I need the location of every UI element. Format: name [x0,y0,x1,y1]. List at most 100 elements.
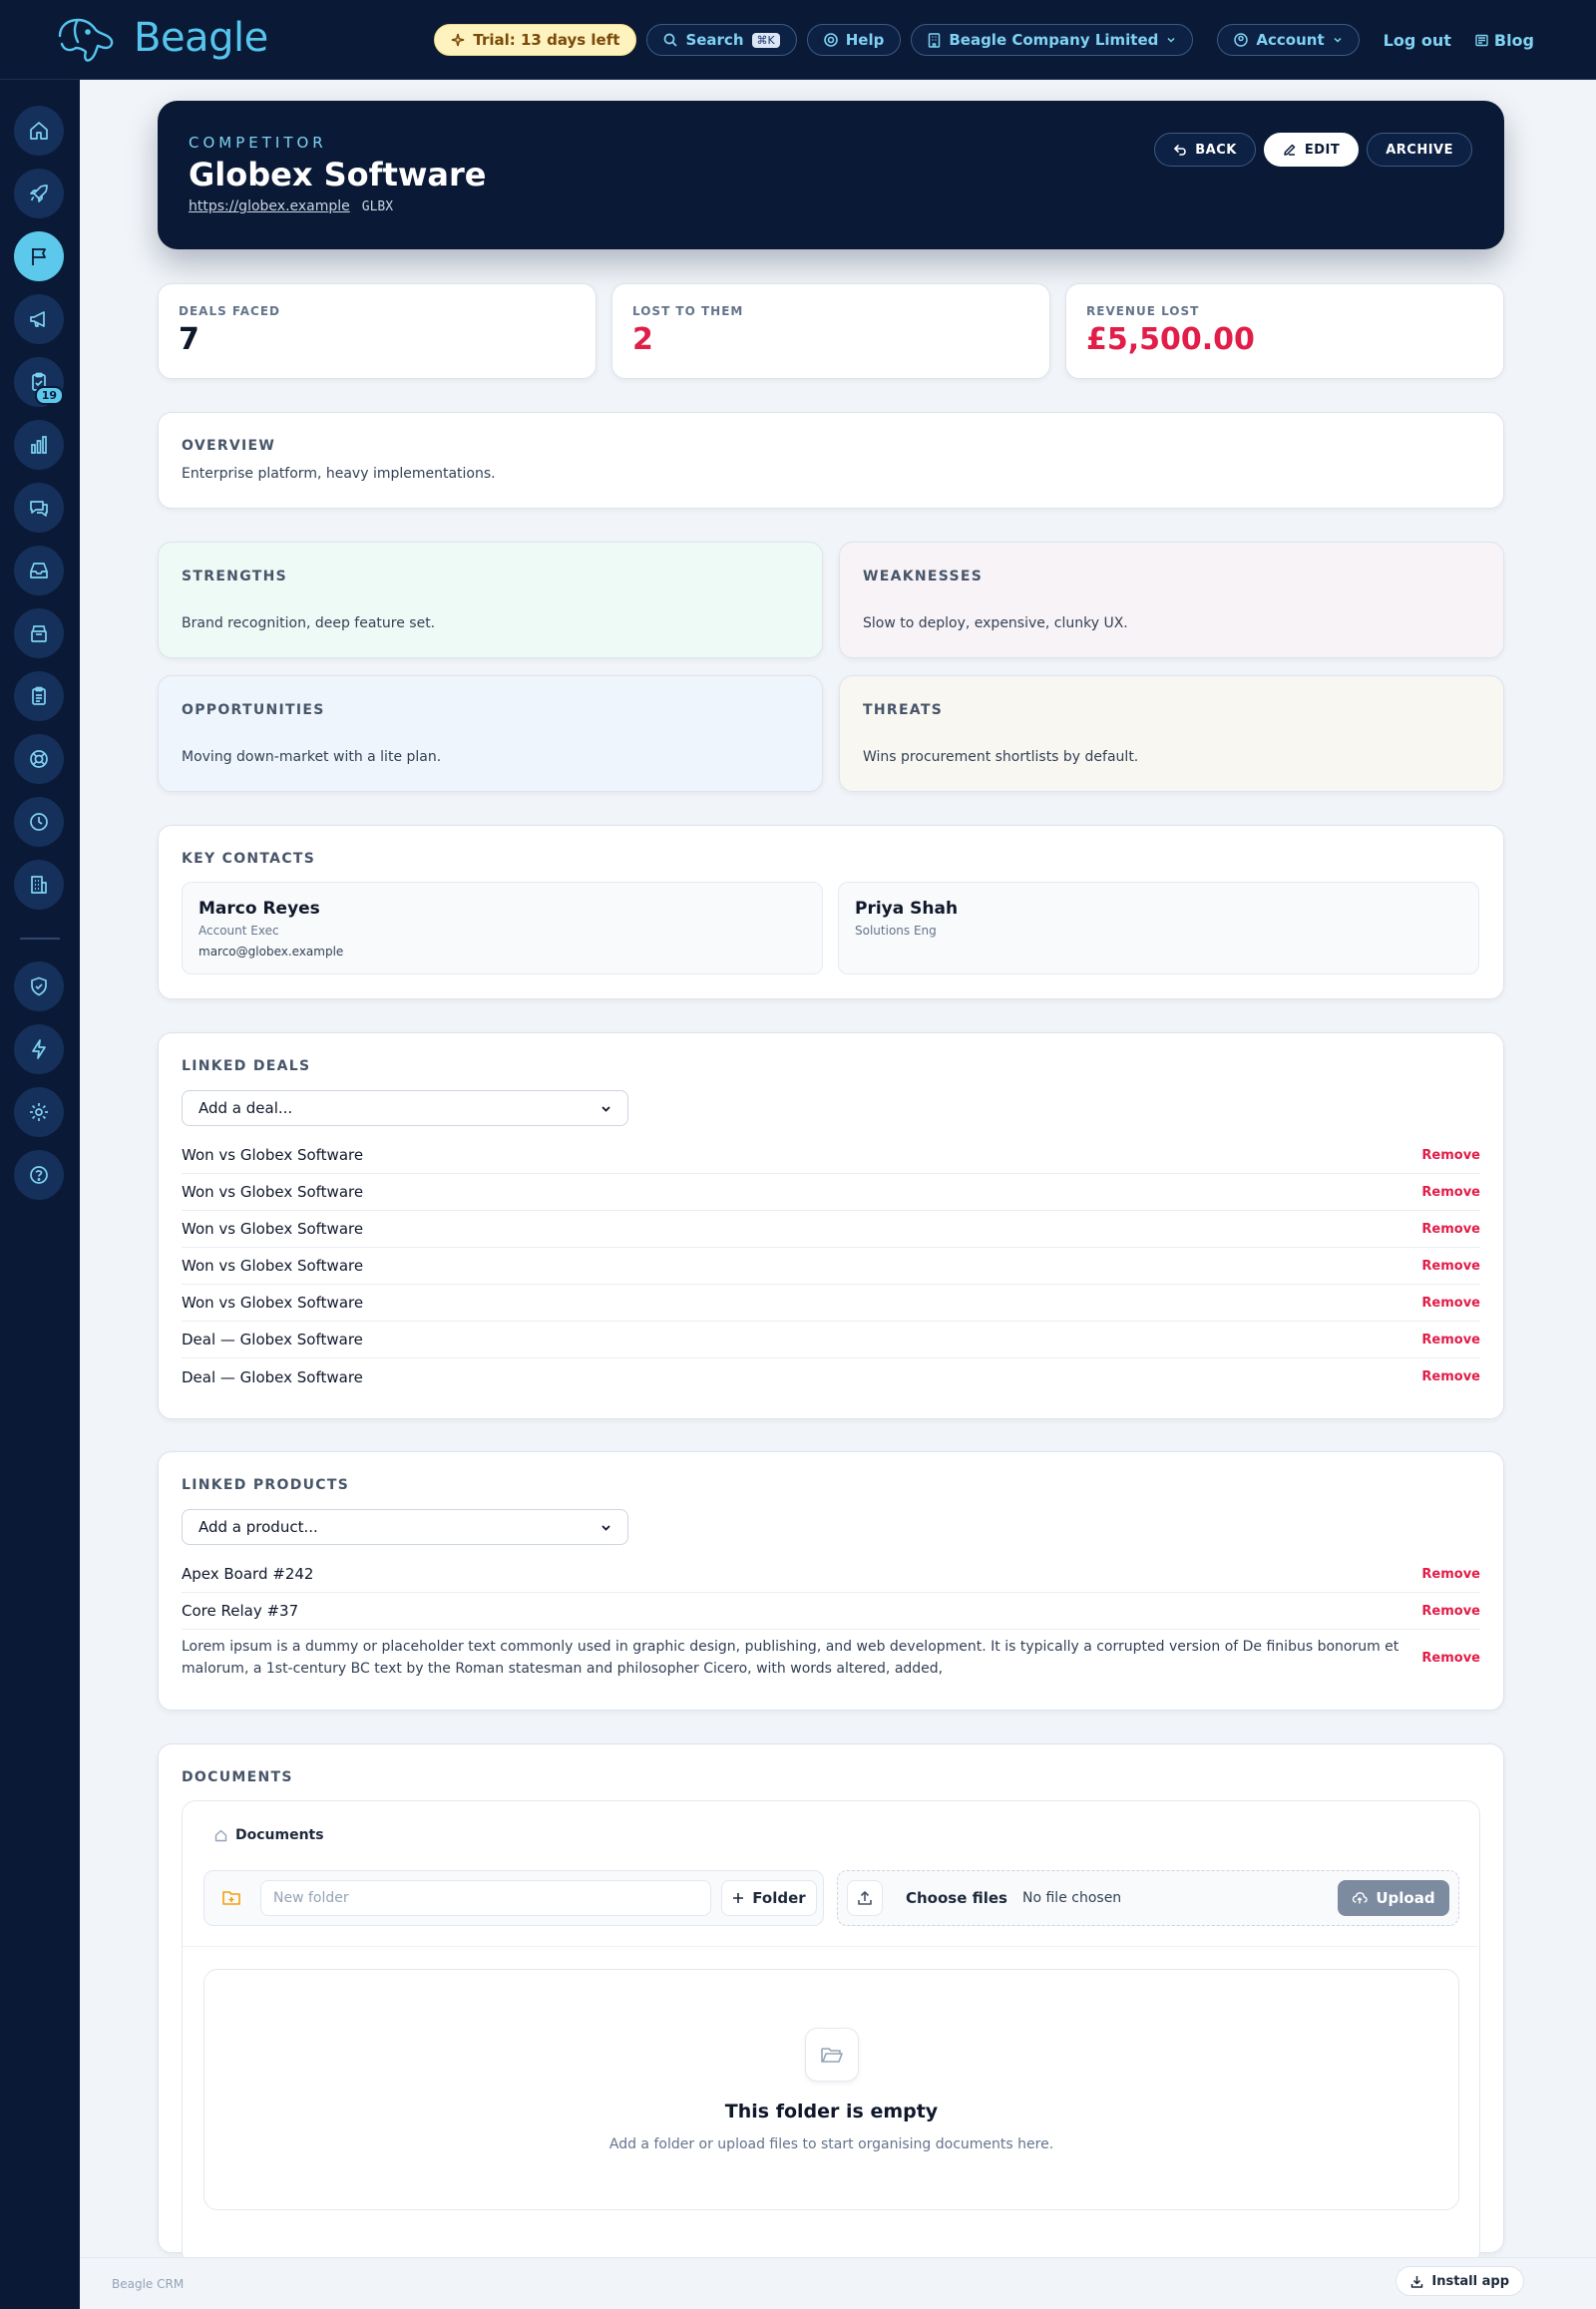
website-link[interactable]: https://globex.example [189,198,350,214]
nav-home[interactable] [14,106,64,156]
search-icon [664,33,678,47]
nav-reports[interactable] [14,420,64,470]
help-button[interactable]: Help [806,24,902,56]
nav-inbox[interactable] [14,546,64,595]
nav-archive[interactable] [14,608,64,658]
list-item: Won vs Globex Software Remove [182,1248,1480,1285]
back-button[interactable]: BACK [1154,133,1256,167]
stat-label: DEALS FACED [179,304,280,318]
tasks-badge: 19 [34,386,64,405]
product-name[interactable]: Apex Board #242 [182,1565,313,1583]
megaphone-icon [30,311,45,327]
install-label: Install app [1431,2273,1509,2289]
nav-security[interactable] [14,962,64,1011]
install-app-button[interactable]: Install app [1396,2266,1524,2296]
upload-dropzone-icon[interactable] [847,1880,883,1916]
deal-name[interactable]: Deal — Globex Software [182,1368,363,1386]
remove-button[interactable]: Remove [1421,1296,1480,1311]
user-circle-icon [1234,33,1249,47]
threats-text: Wins procurement shortlists by default. [863,749,1139,765]
company-switcher[interactable]: Beagle Company Limited [911,24,1194,56]
gear-icon [30,1103,48,1121]
nav-conversations[interactable] [14,483,64,533]
remove-button[interactable]: Remove [1421,1369,1480,1384]
edit-button[interactable]: EDIT [1263,133,1360,167]
rocket-icon [30,185,48,202]
search-button[interactable]: Search ⌘K [646,24,797,56]
contact-card[interactable]: Marco Reyes Account Exec marco@globex.ex… [182,882,823,974]
deal-name[interactable]: Won vs Globex Software [182,1294,363,1312]
contact-role: Account Exec [199,924,279,938]
nav-help[interactable] [14,1150,64,1200]
archive-label: ARCHIVE [1386,142,1453,158]
folder-open-icon [821,2048,843,2063]
remove-button[interactable]: Remove [1421,1604,1480,1619]
upload-bar: Choose files No file chosen Upload [837,1870,1459,1926]
clock-icon [30,813,48,831]
create-folder-button[interactable]: Folder [721,1880,817,1916]
trial-badge[interactable]: Trial: 13 days left [434,24,637,56]
sidebar: 19 [0,80,80,2309]
list-item: Won vs Globex Software Remove [182,1137,1480,1174]
nav-tasks[interactable]: 19 [14,357,64,407]
section-title: OPPORTUNITIES [182,702,325,718]
top-nav: Trial: 13 days left Search ⌘K Help Beagl… [434,24,1534,56]
linked-deals-card: LINKED DEALS Add a deal... Won vs Globex… [158,1032,1504,1419]
stat-label: REVENUE LOST [1086,304,1200,318]
contact-card[interactable]: Priya Shah Solutions Eng [838,882,1479,974]
home-icon [30,122,48,140]
nav-settings[interactable] [14,1087,64,1137]
section-title: LINKED PRODUCTS [182,1477,350,1493]
add-product-select[interactable]: Add a product... [182,1509,628,1545]
deal-name[interactable]: Won vs Globex Software [182,1146,363,1164]
remove-button[interactable]: Remove [1421,1567,1480,1582]
breadcrumb-current[interactable]: Documents [235,1827,324,1843]
deal-name[interactable]: Deal — Globex Software [182,1331,363,1348]
product-name[interactable]: Core Relay #37 [182,1602,298,1620]
nav-competitors[interactable] [14,231,64,281]
section-title: LINKED DEALS [182,1058,311,1074]
add-deal-select[interactable]: Add a deal... [182,1090,628,1126]
upload-button[interactable]: Upload [1338,1880,1449,1916]
nav-history[interactable] [14,797,64,847]
section-title: THREATS [863,702,944,718]
remove-button[interactable]: Remove [1421,1148,1480,1163]
brand-logo[interactable]: Beagle [54,12,268,64]
contact-email[interactable]: marco@globex.example [199,945,806,959]
brand-name: Beagle [134,15,268,61]
new-folder-input[interactable]: New folder [260,1880,711,1916]
trial-label: Trial: 13 days left [473,31,620,49]
remove-button[interactable]: Remove [1421,1222,1480,1237]
remove-button[interactable]: Remove [1421,1333,1480,1347]
remove-button[interactable]: Remove [1421,1185,1480,1200]
list-item: Won vs Globex Software Remove [182,1285,1480,1322]
deal-name[interactable]: Won vs Globex Software [182,1257,363,1275]
nav-documents[interactable] [14,671,64,721]
account-menu[interactable]: Account [1217,24,1360,56]
nav-automations[interactable] [14,1024,64,1074]
remove-button[interactable]: Remove [1421,1651,1480,1666]
bar-chart-icon [31,436,47,454]
nav-campaigns[interactable] [14,294,64,344]
archive-button[interactable]: ARCHIVE [1367,133,1472,167]
file-status: No file chosen [1022,1890,1122,1906]
nav-companies[interactable] [14,860,64,910]
nav-launch[interactable] [14,169,64,218]
deal-name[interactable]: Won vs Globex Software [182,1183,363,1201]
nav-support[interactable] [14,734,64,784]
list-item: Deal — Globex Software Remove [182,1358,1480,1395]
remove-button[interactable]: Remove [1421,1259,1480,1274]
footer-brand: Beagle CRM [112,2277,185,2291]
chevron-down-icon [601,1105,610,1112]
deal-name[interactable]: Won vs Globex Software [182,1220,363,1238]
logout-link[interactable]: Log out [1384,31,1451,50]
list-item: Lorem ipsum is a dummy or placeholder te… [182,1630,1480,1686]
blog-link[interactable]: Blog [1475,31,1534,50]
chevron-down-icon [601,1524,610,1531]
list-item: Core Relay #37 Remove [182,1593,1480,1630]
breadcrumb: Documents [214,1827,324,1843]
choose-files-button[interactable]: Choose files [906,1889,1007,1907]
product-name[interactable]: Lorem ipsum is a dummy or placeholder te… [182,1636,1408,1680]
chevron-down-icon [1334,37,1342,43]
search-label: Search [685,31,744,49]
